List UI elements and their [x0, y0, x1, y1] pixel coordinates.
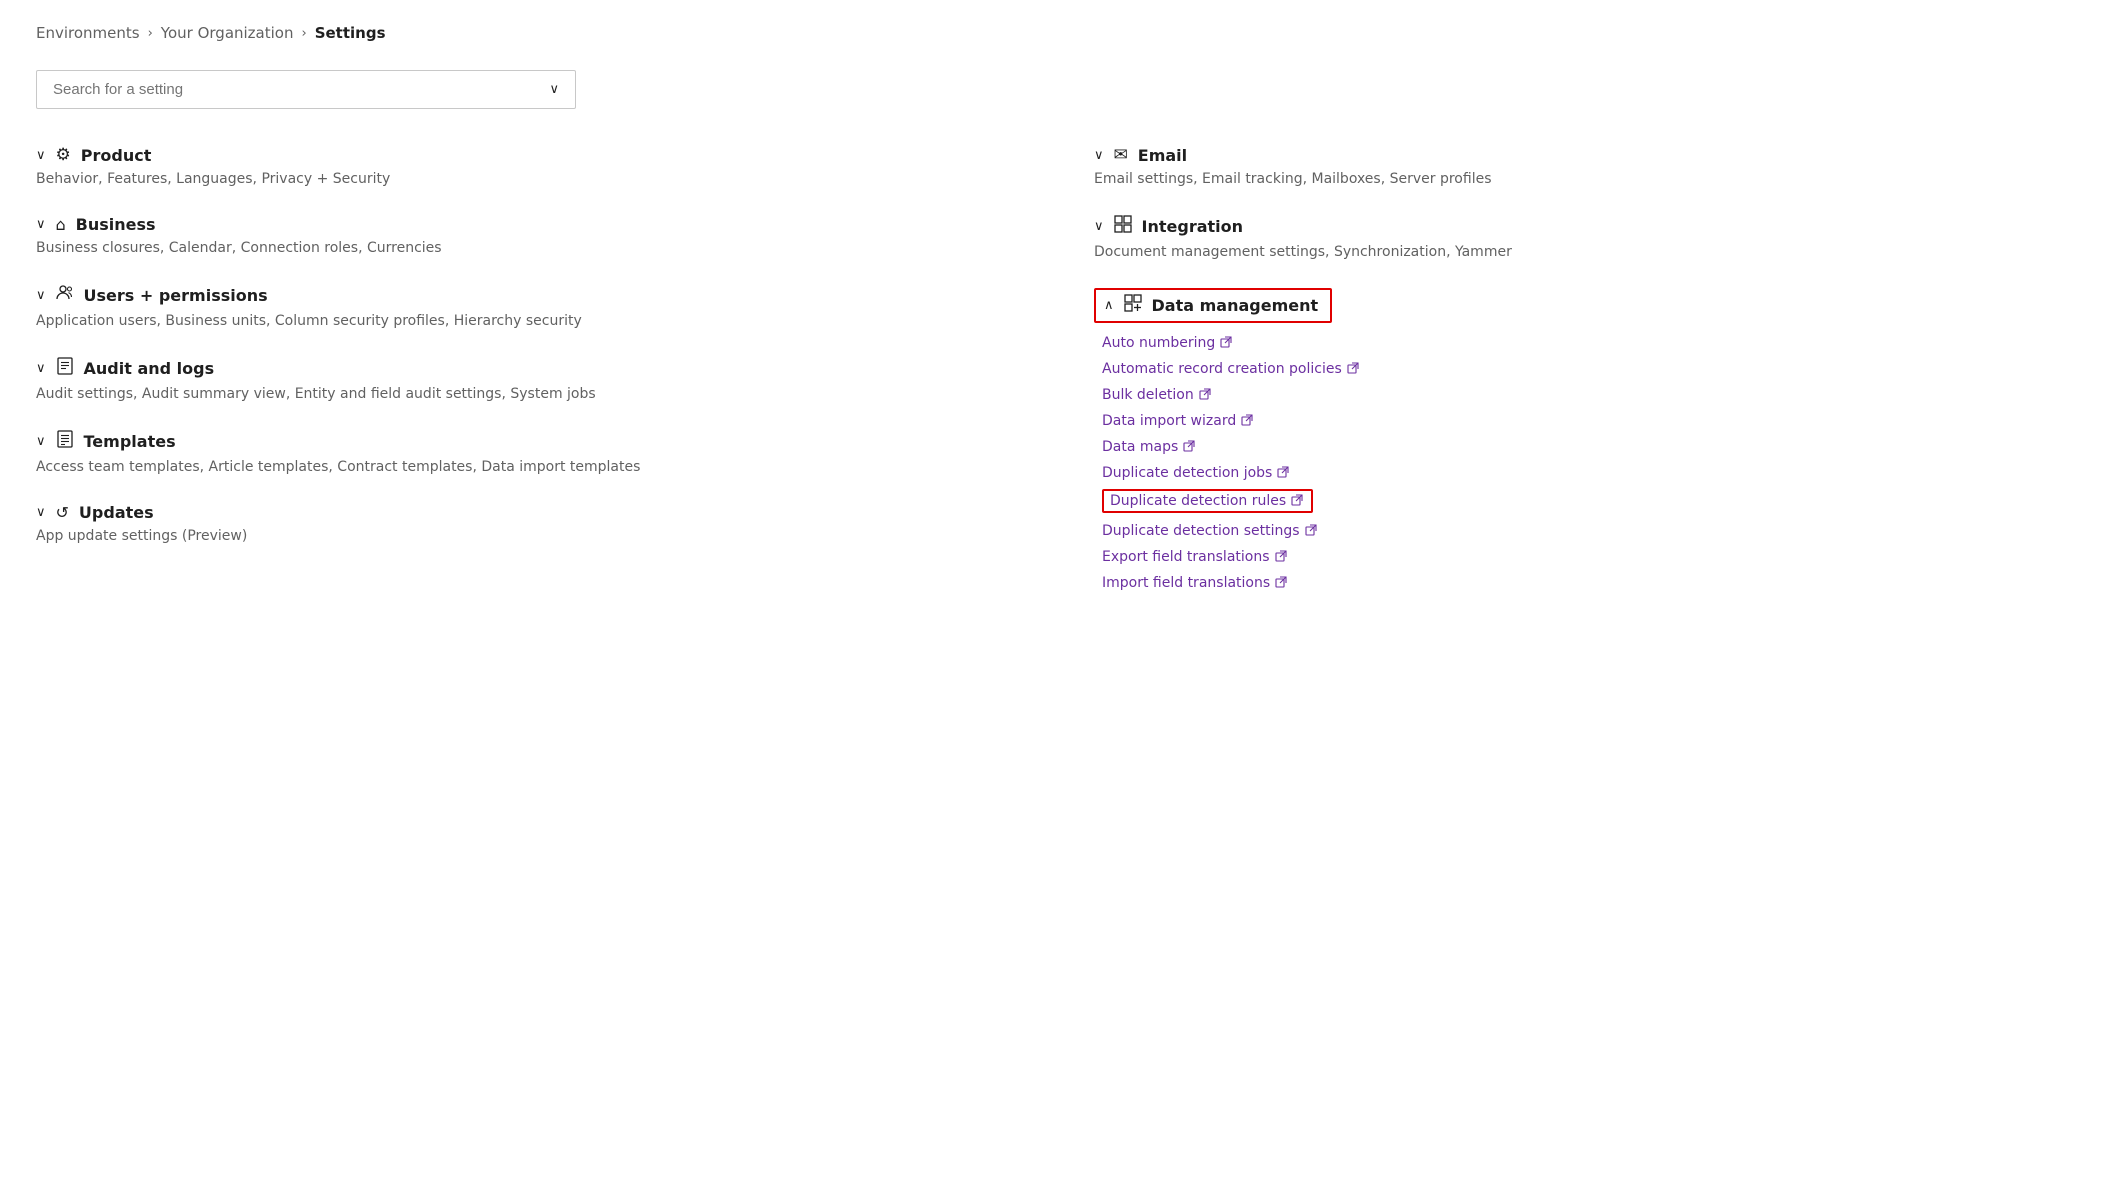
users-desc: Application users, Business units, Colum…: [36, 313, 1034, 329]
list-item: Export field translations: [1102, 547, 2092, 565]
list-item: Data import wizard: [1102, 411, 2092, 429]
export-field-translations-link[interactable]: Export field translations: [1102, 549, 1287, 565]
import-field-translations-link[interactable]: Import field translations: [1102, 575, 1287, 591]
external-link-icon: [1277, 466, 1289, 481]
data-management-title: Data management: [1152, 296, 1319, 315]
section-audit: ∨ Audit and logs Audit settings, Audit s…: [36, 357, 1034, 402]
integration-toggle[interactable]: ∨: [1094, 219, 1104, 234]
list-item: Duplicate detection settings: [1102, 521, 2092, 539]
duplicate-detection-settings-link[interactable]: Duplicate detection settings: [1102, 523, 1317, 539]
external-link-icon: [1275, 576, 1287, 591]
search-bar[interactable]: ∨: [36, 70, 576, 109]
updates-icon: ↺: [56, 503, 69, 522]
breadcrumb-environments[interactable]: Environments: [36, 24, 140, 42]
bulk-deletion-link[interactable]: Bulk deletion: [1102, 387, 1211, 403]
integration-title: Integration: [1142, 217, 1244, 236]
section-integration: ∨ Integration Document management settin…: [1094, 215, 2092, 260]
duplicate-detection-jobs-link[interactable]: Duplicate detection jobs: [1102, 465, 1289, 481]
list-item: Automatic record creation policies: [1102, 359, 2092, 377]
users-icon: [56, 284, 74, 307]
external-link-icon: [1220, 336, 1232, 351]
product-toggle[interactable]: ∨: [36, 148, 46, 163]
external-link-icon: [1305, 524, 1317, 539]
list-item: Auto numbering: [1102, 333, 2092, 351]
integration-icon: [1114, 215, 1132, 238]
list-item: Bulk deletion: [1102, 385, 2092, 403]
section-updates: ∨ ↺ Updates App update settings (Preview…: [36, 503, 1034, 544]
audit-desc: Audit settings, Audit summary view, Enti…: [36, 386, 1034, 402]
templates-toggle[interactable]: ∨: [36, 434, 46, 449]
business-title: Business: [76, 215, 156, 234]
product-desc: Behavior, Features, Languages, Privacy +…: [36, 171, 1034, 187]
data-management-icon: [1124, 294, 1142, 317]
breadcrumb-current: Settings: [315, 24, 386, 42]
updates-title: Updates: [79, 503, 154, 522]
left-column: ∨ ⚙ Product Behavior, Features, Language…: [36, 145, 1034, 619]
data-management-toggle[interactable]: ∧: [1104, 298, 1114, 313]
breadcrumb-org[interactable]: Your Organization: [161, 24, 294, 42]
breadcrumb-sep1: ›: [148, 26, 153, 41]
external-link-icon: [1183, 440, 1195, 455]
users-toggle[interactable]: ∨: [36, 288, 46, 303]
audit-toggle[interactable]: ∨: [36, 361, 46, 376]
data-import-wizard-link[interactable]: Data import wizard: [1102, 413, 1253, 429]
section-email: ∨ ✉ Email Email settings, Email tracking…: [1094, 145, 2092, 187]
list-item: Duplicate detection jobs: [1102, 463, 2092, 481]
list-item: Import field translations: [1102, 573, 2092, 591]
business-icon: ⌂: [56, 215, 66, 234]
duplicate-detection-rules-link[interactable]: Duplicate detection rules: [1110, 493, 1303, 509]
chevron-down-icon: ∨: [549, 82, 559, 97]
section-users-permissions: ∨ Users + permissions Application users,…: [36, 284, 1034, 329]
external-link-icon: [1241, 414, 1253, 429]
email-title: Email: [1138, 146, 1187, 165]
list-item: Data maps: [1102, 437, 2092, 455]
section-business: ∨ ⌂ Business Business closures, Calendar…: [36, 215, 1034, 256]
settings-grid: ∨ ⚙ Product Behavior, Features, Language…: [36, 145, 2092, 619]
templates-title: Templates: [84, 432, 176, 451]
product-title: Product: [81, 146, 152, 165]
breadcrumb-sep2: ›: [301, 26, 306, 41]
business-toggle[interactable]: ∨: [36, 217, 46, 232]
external-link-icon: [1291, 494, 1303, 509]
list-item-highlighted: Duplicate detection rules: [1102, 489, 2092, 513]
audit-icon: [56, 357, 74, 380]
search-input[interactable]: [53, 81, 549, 98]
updates-desc: App update settings (Preview): [36, 528, 1034, 544]
email-icon: ✉: [1114, 145, 1128, 165]
external-link-icon: [1275, 550, 1287, 565]
section-templates: ∨ Templates Access team templates, Artic…: [36, 430, 1034, 475]
audit-title: Audit and logs: [84, 359, 215, 378]
integration-desc: Document management settings, Synchroniz…: [1094, 244, 2092, 260]
updates-toggle[interactable]: ∨: [36, 505, 46, 520]
section-data-management: ∧ Data management: [1094, 288, 2092, 591]
right-column: ∨ ✉ Email Email settings, Email tracking…: [1094, 145, 2092, 619]
external-link-icon: [1347, 362, 1359, 377]
data-maps-link[interactable]: Data maps: [1102, 439, 1195, 455]
users-title: Users + permissions: [84, 286, 268, 305]
external-link-icon: [1199, 388, 1211, 403]
email-toggle[interactable]: ∨: [1094, 148, 1104, 163]
templates-icon: [56, 430, 74, 453]
product-icon: ⚙: [56, 145, 71, 165]
breadcrumb: Environments › Your Organization › Setti…: [36, 24, 2092, 42]
auto-numbering-link[interactable]: Auto numbering: [1102, 335, 1232, 351]
automatic-record-creation-link[interactable]: Automatic record creation policies: [1102, 361, 1359, 377]
section-product: ∨ ⚙ Product Behavior, Features, Language…: [36, 145, 1034, 187]
business-desc: Business closures, Calendar, Connection …: [36, 240, 1034, 256]
email-desc: Email settings, Email tracking, Mailboxe…: [1094, 171, 2092, 187]
data-management-links: Auto numbering Automatic record creation: [1094, 333, 2092, 591]
templates-desc: Access team templates, Article templates…: [36, 459, 1034, 475]
